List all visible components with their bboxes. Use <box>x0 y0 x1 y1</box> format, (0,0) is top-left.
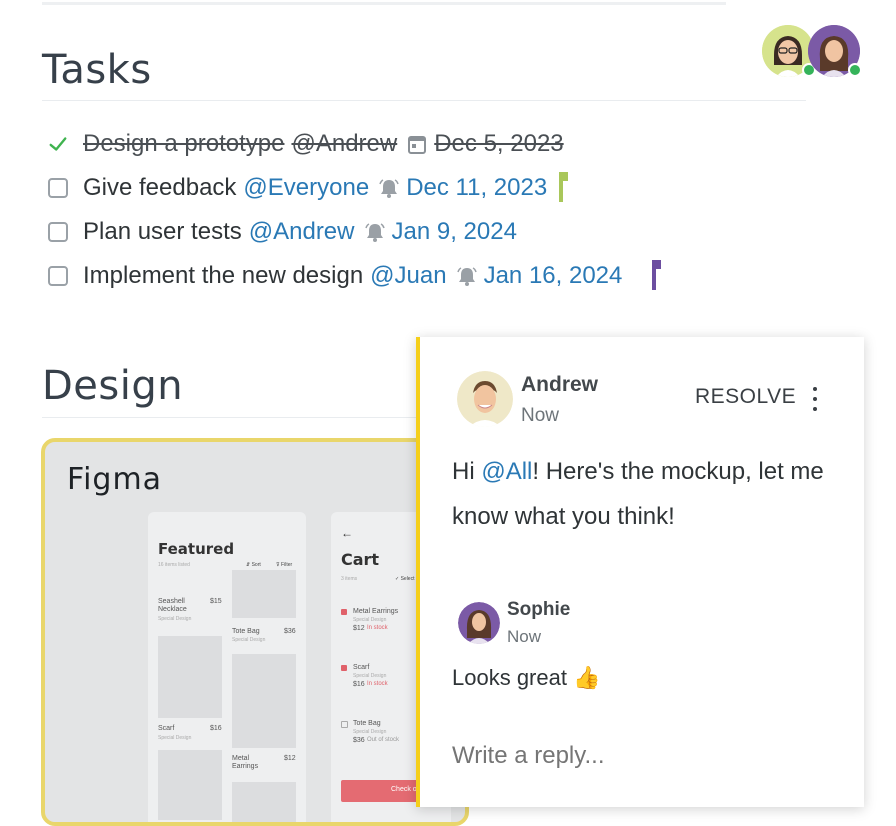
presence-avatars <box>762 25 862 81</box>
figma-label: Figma <box>67 462 163 497</box>
checkbox-checked <box>341 665 347 671</box>
task-assignee[interactable]: @Juan <box>370 262 446 290</box>
cart-count: 3 items <box>341 576 358 582</box>
cart-item-stock: Out of stock <box>367 737 400 743</box>
reply-input[interactable] <box>452 742 832 770</box>
design-divider <box>42 417 422 418</box>
cart-item-name: Metal Earrings <box>353 608 399 615</box>
cart-item-sub: Special Design <box>353 673 387 679</box>
resolve-button[interactable]: RESOLVE <box>695 385 796 409</box>
online-indicator <box>848 63 862 77</box>
calendar-icon <box>406 133 428 155</box>
task-assignee[interactable]: @Everyone <box>243 174 369 202</box>
checkbox-checked <box>341 609 347 615</box>
product-image <box>232 782 296 822</box>
task-title[interactable]: Give feedback <box>83 174 236 202</box>
product-image <box>232 654 296 748</box>
reply-author: Sophie <box>507 599 571 620</box>
cart-item-sub: Special Design <box>353 617 387 623</box>
comment-text: Hi <box>452 458 482 485</box>
task-checkbox[interactable] <box>48 222 68 242</box>
product-sub: Special Design <box>158 735 192 741</box>
task-title[interactable]: Plan user tests <box>83 218 242 246</box>
figma-embed[interactable]: Figma Featured 16 items listed ⇵ Sort ⊽ … <box>41 438 469 826</box>
task-item: Design a prototype @Andrew Dec 5, 2023 <box>48 122 622 166</box>
task-item: Give feedback @Everyone Dec 11, 2023 <box>48 166 622 210</box>
task-item: Implement the new design @Juan Jan 16, 2… <box>48 254 661 298</box>
author-avatar <box>457 371 513 427</box>
back-arrow-icon: ← <box>341 526 353 540</box>
product-name: Metal Earrings <box>232 755 259 770</box>
cart-item-name: Tote Bag <box>353 720 381 727</box>
task-date[interactable]: Dec 11, 2023 <box>406 174 547 202</box>
comment-time: Now <box>521 405 560 426</box>
task-title[interactable]: Design a prototype <box>83 130 284 158</box>
product-name: Scarf <box>158 725 175 732</box>
task-assignee[interactable]: @Andrew <box>291 130 397 158</box>
cart-title: Cart <box>341 550 380 569</box>
tasks-heading: Tasks <box>42 47 152 93</box>
sort-label: ⇵ Sort <box>246 562 261 568</box>
product-name: Seashell Necklace <box>158 598 187 613</box>
product-price: $16 <box>210 725 222 732</box>
task-checkbox[interactable] <box>48 178 68 198</box>
cart-item-price: $36 <box>353 737 365 744</box>
task-date[interactable]: Jan 9, 2024 <box>392 218 517 246</box>
avatar[interactable] <box>762 25 816 77</box>
bell-icon[interactable] <box>456 265 478 287</box>
cart-select: ✓ Select <box>395 576 415 582</box>
product-sub: Special Design <box>158 616 192 622</box>
product-name: Tote Bag <box>232 628 260 635</box>
featured-mockup: Featured 16 items listed ⇵ Sort ⊽ Filter… <box>148 512 306 822</box>
task-date[interactable]: Jan 16, 2024 <box>484 262 623 290</box>
tasks-divider <box>42 100 806 101</box>
product-image <box>158 636 222 718</box>
product-image <box>158 750 222 820</box>
featured-subtitle: 16 items listed <box>158 562 190 568</box>
filter-label: ⊽ Filter <box>276 562 293 568</box>
comment-mention[interactable]: @All <box>481 458 532 485</box>
cart-item-name: Scarf <box>353 664 370 671</box>
product-image <box>232 570 296 618</box>
bell-icon[interactable] <box>378 177 400 199</box>
task-title[interactable]: Implement the new design <box>83 262 363 290</box>
task-checkbox[interactable] <box>48 266 68 286</box>
cart-item-price: $16 <box>353 681 365 688</box>
featured-title: Featured <box>158 540 235 558</box>
comment-author: Andrew <box>521 373 599 396</box>
product-sub: Special Design <box>232 637 266 643</box>
task-assignee[interactable]: @Andrew <box>249 218 355 246</box>
priority-flag <box>652 260 661 290</box>
product-price: $36 <box>284 628 296 635</box>
reply-avatar <box>458 602 500 644</box>
task-item: Plan user tests @Andrew Jan 9, 2024 <box>48 210 622 254</box>
cart-item-stock: In stock <box>367 625 388 631</box>
product-price: $12 <box>284 755 296 762</box>
avatar[interactable] <box>808 25 862 77</box>
cart-item-stock: In stock <box>367 681 388 687</box>
bell-icon[interactable] <box>364 221 386 243</box>
cart-item-price: $12 <box>353 625 365 632</box>
checkmark-icon[interactable] <box>48 134 68 154</box>
reply-text: Looks great 👍 <box>452 665 601 690</box>
design-heading: Design <box>42 363 184 409</box>
top-divider <box>42 2 726 5</box>
checkout-label: Check o <box>391 786 417 793</box>
task-date[interactable]: Dec 5, 2023 <box>434 130 563 158</box>
comment-panel: Andrew Now RESOLVE Hi @All! Here's the m… <box>416 337 864 807</box>
task-list: Design a prototype @Andrew Dec 5, 2023 G… <box>48 122 661 298</box>
more-options-icon[interactable] <box>805 387 825 411</box>
cart-item-sub: Special Design <box>353 729 387 735</box>
product-price: $15 <box>210 598 222 605</box>
comment-body: Hi @All! Here's the mockup, let me know … <box>452 449 842 539</box>
reply-time: Now <box>507 627 542 646</box>
checkbox-unchecked <box>341 721 348 728</box>
priority-flag <box>559 172 568 202</box>
